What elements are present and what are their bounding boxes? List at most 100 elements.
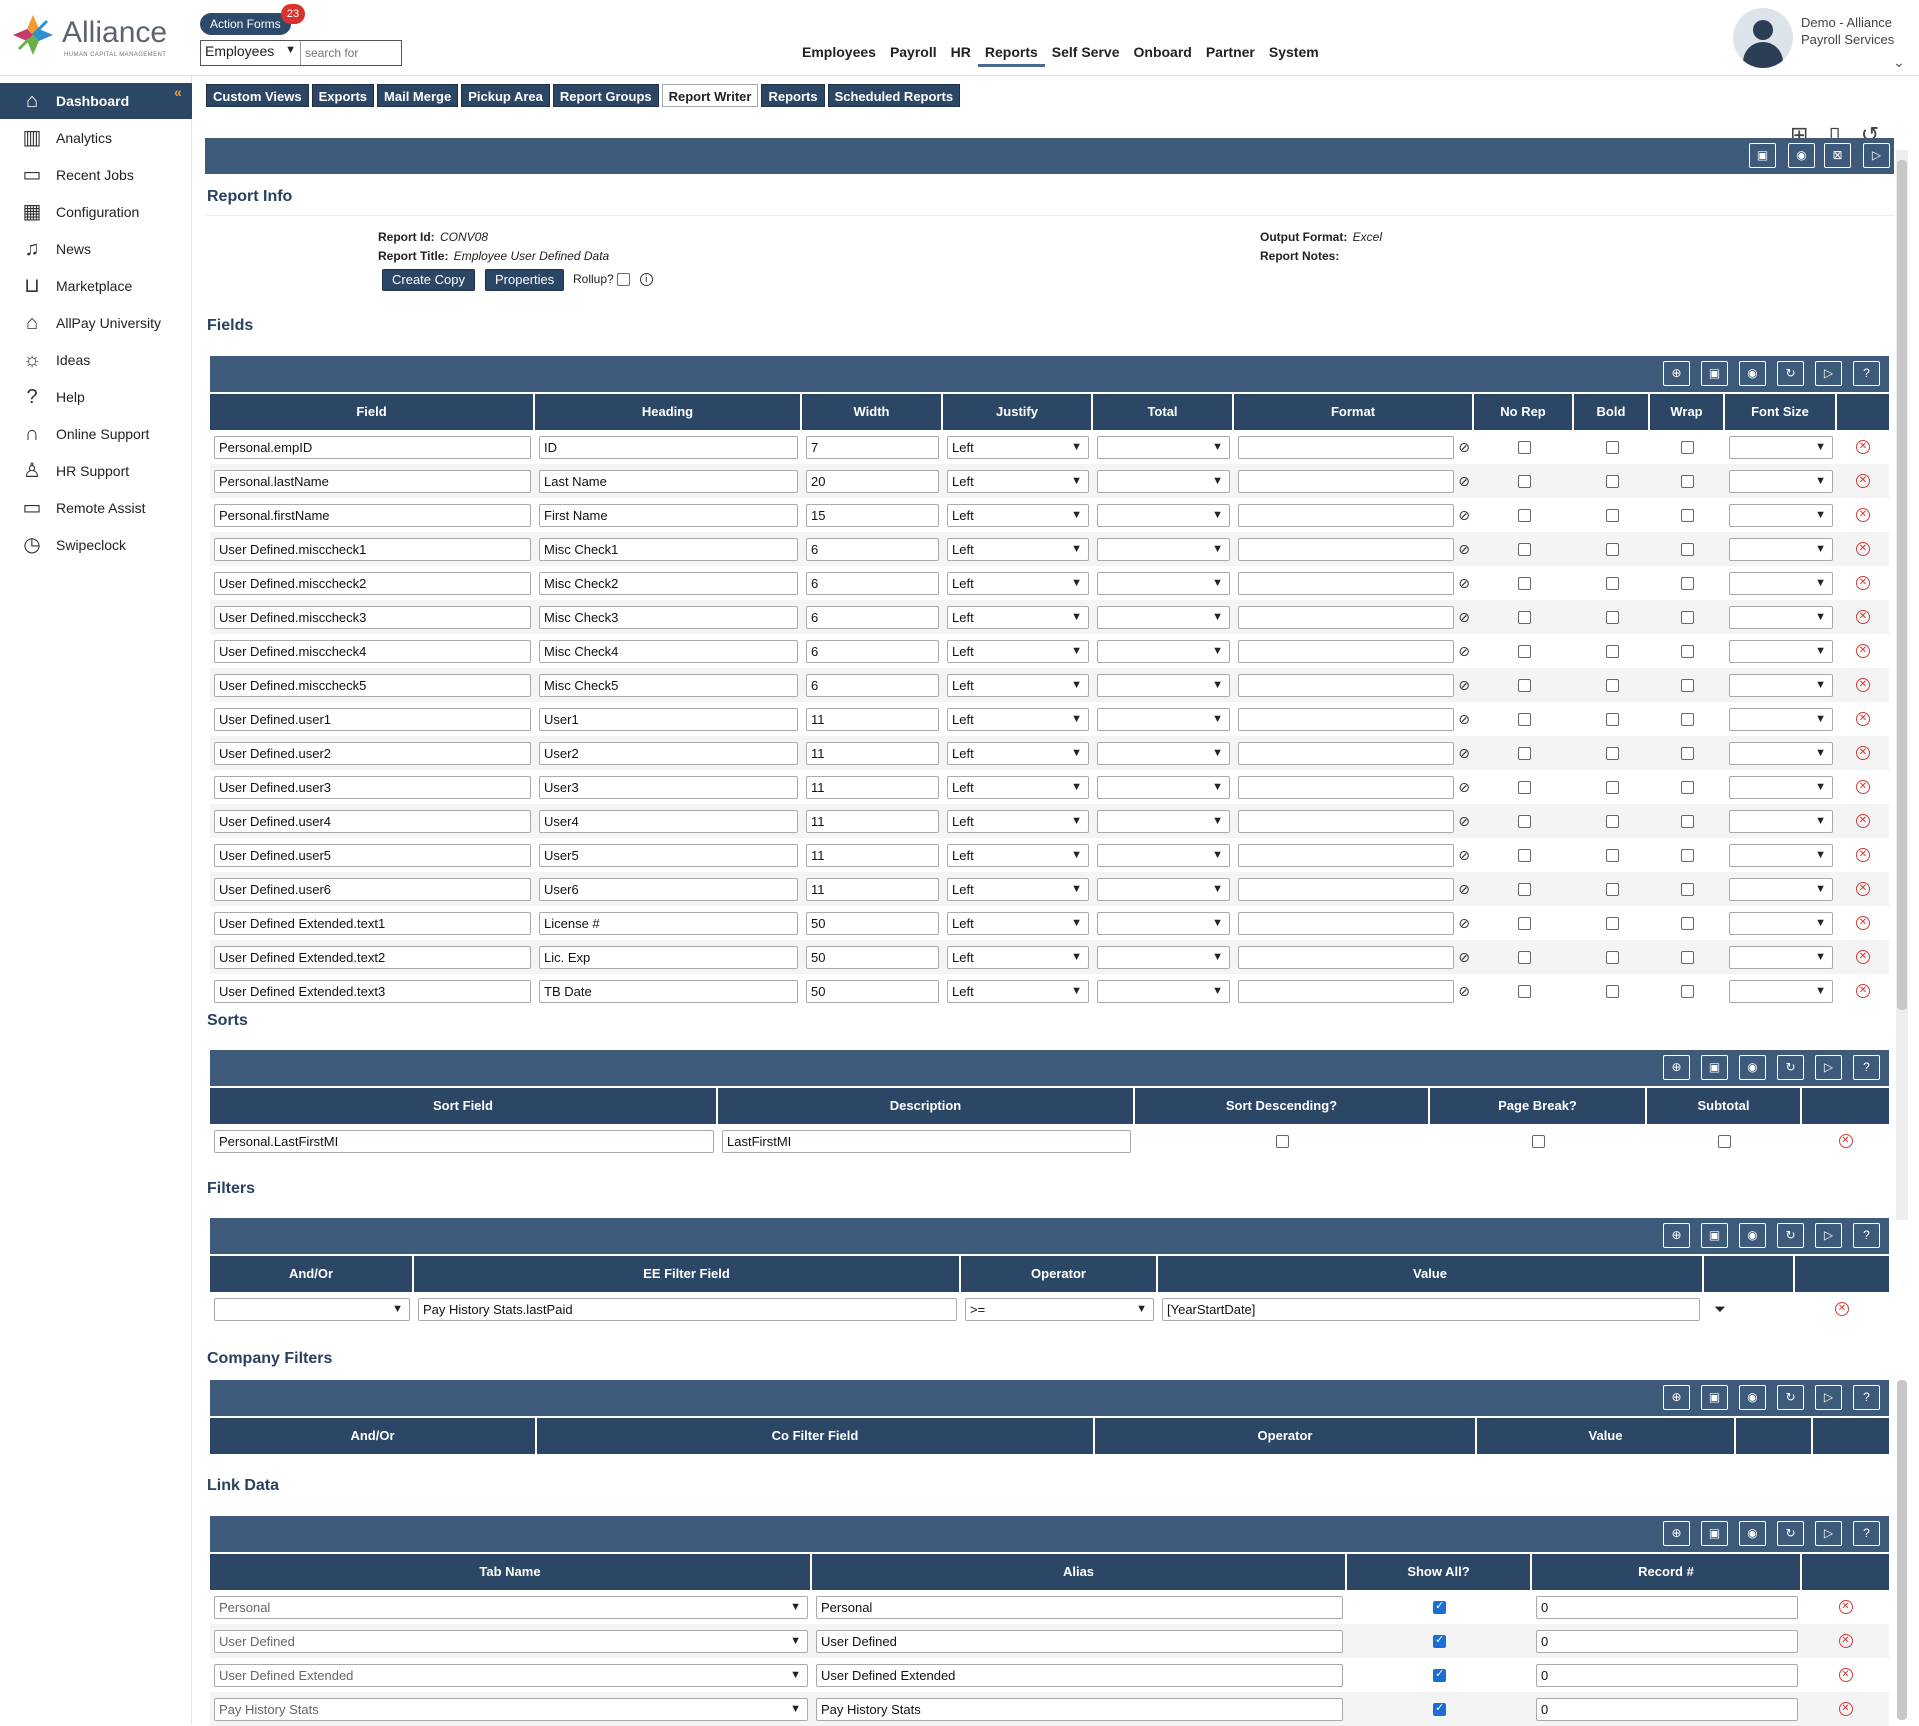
delete-row-icon[interactable]: ✕ (1856, 882, 1870, 896)
font-size-select[interactable]: ▼ (1729, 707, 1833, 731)
heading-input[interactable]: First Name (539, 503, 798, 527)
sidebar-item-configuration[interactable]: ▦ Configuration (0, 194, 192, 230)
wrap-checkbox[interactable] (1681, 814, 1694, 828)
sidebar-item-help[interactable]: ? Help (0, 379, 192, 415)
sidebar-item-news[interactable]: ♫ News (0, 231, 192, 267)
delete-row-icon[interactable]: ✕ (1856, 780, 1870, 794)
delete-row-icon[interactable]: ✕ (1838, 1702, 1853, 1716)
total-select[interactable]: ▼ (1097, 775, 1230, 799)
col-and-or[interactable]: And/Or (210, 1256, 414, 1292)
play-icon[interactable]: ▷ (1863, 143, 1890, 168)
wrap-checkbox[interactable] (1681, 678, 1694, 692)
total-select[interactable]: ▼ (1097, 877, 1230, 901)
delete-row-icon[interactable]: ✕ (1856, 644, 1870, 658)
tag-icon[interactable]: ⊘ (1458, 847, 1470, 864)
tag-icon[interactable]: ⊘ (1458, 745, 1470, 762)
delete-row-icon[interactable]: ✕ (1856, 984, 1870, 998)
alliance-logo[interactable]: Alliance HUMAN CAPITAL MANAGEMENT (10, 12, 170, 60)
no-rep-checkbox[interactable] (1517, 882, 1531, 896)
play-icon[interactable]: ▷ (1815, 1521, 1842, 1546)
show-all-checkbox[interactable] (1433, 1701, 1446, 1716)
width-input[interactable]: 50 (806, 945, 939, 969)
width-input[interactable]: 7 (806, 435, 939, 459)
tag-icon[interactable]: ⊘ (1458, 915, 1470, 932)
sidebar-item-allpay-university[interactable]: ⌂ AllPay University (0, 305, 192, 341)
field-input[interactable]: User Defined.misccheck2 (214, 571, 531, 595)
font-size-select[interactable]: ▼ (1729, 775, 1833, 799)
save-icon[interactable]: ▣ (1701, 361, 1728, 386)
bold-checkbox[interactable] (1605, 542, 1619, 556)
add-icon[interactable]: ⊕ (1663, 1385, 1690, 1410)
font-size-select[interactable]: ▼ (1729, 843, 1833, 867)
alias-input[interactable]: User Defined Extended (816, 1663, 1343, 1687)
delete-row-icon[interactable]: ✕ (1856, 916, 1870, 930)
add-icon[interactable]: ⊕ (1663, 1521, 1690, 1546)
font-size-select[interactable]: ▼ (1729, 741, 1833, 765)
sidebar-item-online-support[interactable]: ∩ Online Support (0, 416, 192, 452)
run-icon[interactable]: ◉ (1739, 1521, 1766, 1546)
delete-row-icon[interactable]: ✕ (1856, 474, 1870, 488)
wrap-checkbox[interactable] (1681, 916, 1694, 930)
sidebar-item-recent-jobs[interactable]: ▭ Recent Jobs (0, 157, 192, 193)
tag-icon[interactable]: ⊘ (1458, 507, 1470, 524)
delete-row-icon[interactable]: ✕ (1856, 440, 1870, 454)
field-input[interactable]: User Defined.user3 (214, 775, 531, 799)
total-select[interactable]: ▼ (1097, 639, 1230, 663)
wrap-checkbox[interactable] (1681, 542, 1694, 556)
col-alias[interactable]: Alias (812, 1554, 1347, 1590)
wrap-checkbox[interactable] (1681, 610, 1694, 624)
heading-input[interactable]: User5 (539, 843, 798, 867)
width-input[interactable]: 50 (806, 911, 939, 935)
delete-row-icon[interactable]: ✕ (1856, 712, 1870, 726)
total-select[interactable]: ▼ (1097, 605, 1230, 629)
bold-checkbox[interactable] (1605, 814, 1619, 828)
delete-row-icon[interactable]: ✕ (1856, 610, 1870, 624)
tag-icon[interactable]: ⊘ (1458, 677, 1470, 694)
sidebar-item-marketplace[interactable]: ⊔ Marketplace (0, 268, 192, 304)
format-input[interactable] (1238, 537, 1455, 561)
field-input[interactable]: Personal.lastName (214, 469, 531, 493)
width-input[interactable]: 11 (806, 707, 939, 731)
format-input[interactable] (1238, 843, 1455, 867)
sort-description-input[interactable]: LastFirstMI (722, 1129, 1131, 1153)
bold-checkbox[interactable] (1605, 576, 1619, 590)
alias-input[interactable]: User Defined (816, 1629, 1343, 1653)
justify-select[interactable]: Left ▼ (947, 435, 1089, 459)
col-show-all[interactable]: Show All? (1347, 1554, 1532, 1590)
col-width[interactable]: Width (802, 394, 943, 430)
page-scrollbar-thumb[interactable] (1897, 160, 1907, 1010)
total-select[interactable]: ▼ (1097, 809, 1230, 833)
width-input[interactable]: 11 (806, 775, 939, 799)
no-rep-checkbox[interactable] (1517, 474, 1531, 488)
col-operator[interactable]: Operator (1095, 1418, 1477, 1454)
tab-scheduled-reports[interactable]: Scheduled Reports (827, 84, 961, 107)
field-input[interactable]: User Defined.user2 (214, 741, 531, 765)
bold-checkbox[interactable] (1605, 882, 1619, 896)
format-input[interactable] (1238, 775, 1455, 799)
field-input[interactable]: User Defined.user4 (214, 809, 531, 833)
format-input[interactable] (1238, 741, 1455, 765)
format-input[interactable] (1238, 945, 1455, 969)
field-input[interactable]: User Defined.user5 (214, 843, 531, 867)
user-name[interactable]: Demo - Alliance Payroll Services (1801, 14, 1911, 48)
page-scrollbar-thumb-lower[interactable] (1897, 1380, 1907, 1720)
col-sort-descending[interactable]: Sort Descending? (1135, 1088, 1430, 1124)
nav-self-serve[interactable]: Self Serve (1045, 44, 1127, 67)
width-input[interactable]: 15 (806, 503, 939, 527)
field-input[interactable]: User Defined.misccheck4 (214, 639, 531, 663)
tag-icon[interactable]: ⊘ (1458, 881, 1470, 898)
nav-reports[interactable]: Reports (977, 44, 1045, 67)
bold-checkbox[interactable] (1605, 746, 1619, 760)
bold-checkbox[interactable] (1605, 916, 1619, 930)
run-icon[interactable]: ◉ (1739, 361, 1766, 386)
wrap-checkbox[interactable] (1681, 882, 1694, 896)
bold-checkbox[interactable] (1605, 984, 1619, 998)
format-input[interactable] (1238, 979, 1455, 1003)
help-icon[interactable]: ? (1853, 1385, 1880, 1410)
bold-checkbox[interactable] (1605, 678, 1619, 692)
format-input[interactable] (1238, 469, 1455, 493)
format-input[interactable] (1238, 435, 1455, 459)
tag-icon[interactable]: ⊘ (1458, 711, 1470, 728)
delete-row-icon[interactable]: ✕ (1856, 508, 1870, 522)
bold-checkbox[interactable] (1605, 474, 1619, 488)
